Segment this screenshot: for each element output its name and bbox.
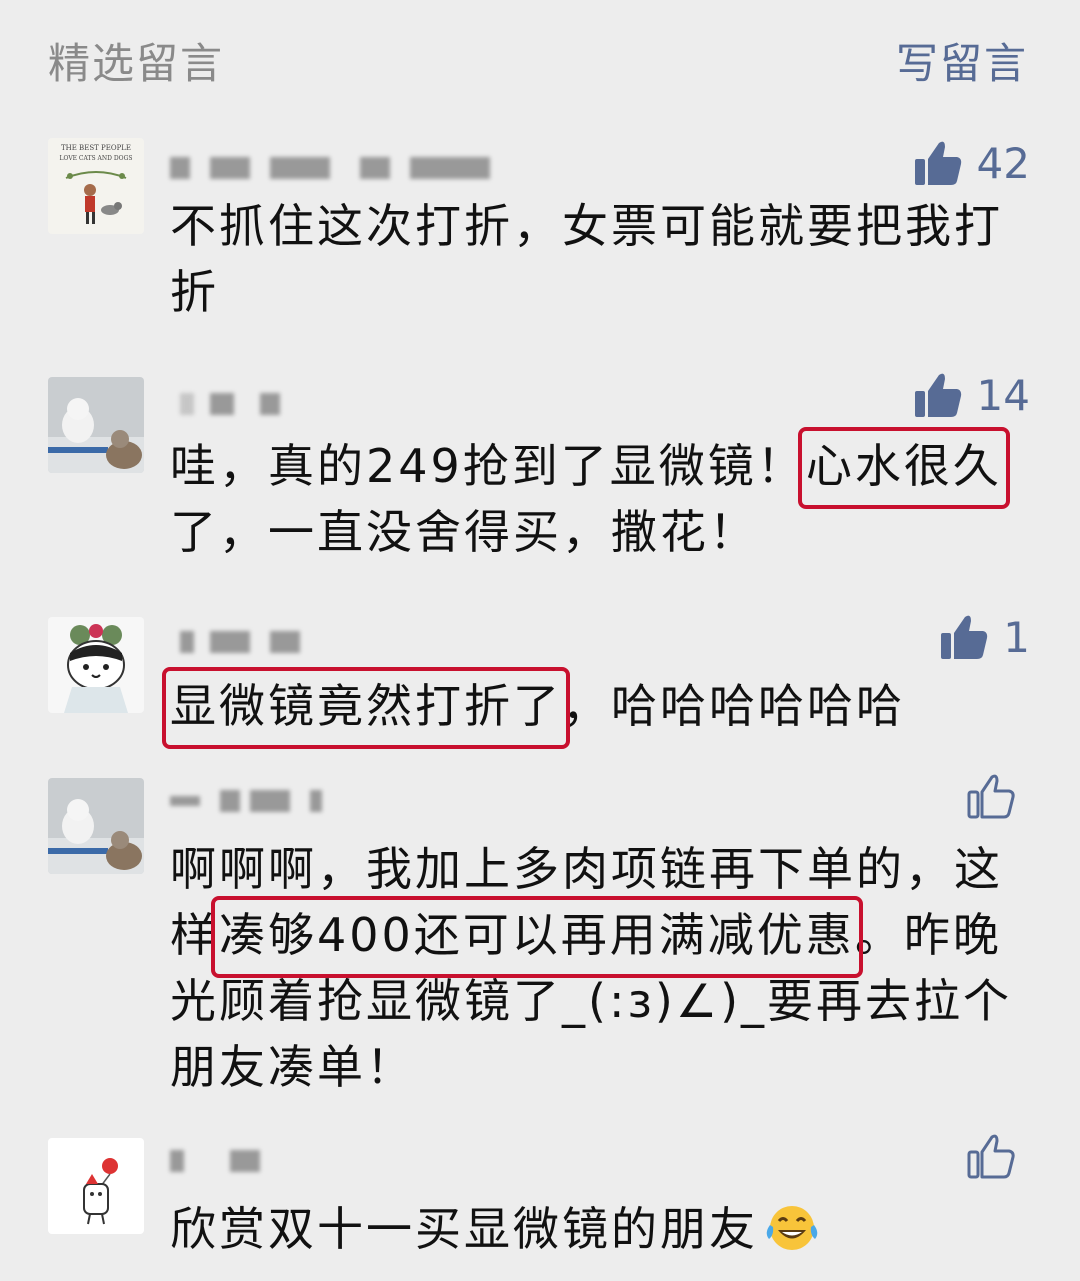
highlighted-text: 心水很久 bbox=[805, 439, 1002, 493]
highlighted-text: 显微镜竟然打折了 bbox=[170, 679, 562, 733]
like-button[interactable]: 42 bbox=[913, 135, 1030, 191]
nickname-blurred[interactable] bbox=[170, 147, 530, 191]
avatar[interactable] bbox=[48, 617, 144, 713]
section-title: 精选留言 bbox=[48, 39, 225, 88]
highlighted-text: 凑够400还可以再用满减优惠 bbox=[219, 908, 855, 962]
nickname-blurred[interactable] bbox=[170, 780, 530, 824]
comment-text: 显微镜竟然打折了，哈哈哈哈哈哈 bbox=[170, 673, 1030, 739]
like-button[interactable] bbox=[966, 768, 1030, 824]
nickname-blurred[interactable] bbox=[170, 1140, 530, 1184]
thumbs-up-icon bbox=[914, 141, 961, 185]
thumbs-up-outline-icon bbox=[967, 774, 1015, 819]
comment-text-after: 了，一直没舍得买，撒花！ bbox=[170, 505, 758, 559]
comment-text: 不抓住这次打折，女票可能就要把我打折 bbox=[170, 193, 1030, 325]
comments-header: 精选留言 写留言 bbox=[0, 0, 1080, 110]
avatar[interactable] bbox=[48, 778, 144, 874]
nickname-blurred[interactable] bbox=[170, 383, 530, 427]
comment-text: 啊啊啊，我加上多肉项链再下单的，这样凑够400还可以再用满减优惠。昨晚光顾着抢显… bbox=[170, 836, 1030, 1100]
like-button[interactable]: 14 bbox=[913, 367, 1030, 423]
comment-text-content: 欣赏双十一买显微镜的朋友 bbox=[170, 1202, 758, 1256]
avatar-caption-1: THE BEST PEOPLE bbox=[61, 144, 131, 152]
like-button[interactable] bbox=[966, 1128, 1030, 1184]
comment-text-after: ，哈哈哈哈哈哈 bbox=[562, 679, 905, 733]
thumbs-up-icon bbox=[941, 615, 988, 659]
nickname-blurred[interactable] bbox=[170, 621, 530, 665]
comment-text: 哇，真的249抢到了显微镜！心水很久了，一直没舍得买，撒花！ bbox=[170, 433, 1030, 565]
thumbs-up-icon bbox=[914, 373, 961, 417]
comment-text-content: 不抓住这次打折，女票可能就要把我打折 bbox=[170, 199, 1003, 319]
avatar[interactable]: THE BEST PEOPLE LOVE CATS AND DOGS bbox=[48, 138, 144, 234]
avatar[interactable] bbox=[48, 1138, 144, 1234]
comment-text-before: 哇，真的249抢到了显微镜！ bbox=[170, 439, 806, 493]
thumbs-up-outline-icon bbox=[967, 1134, 1015, 1179]
like-count: 14 bbox=[976, 370, 1030, 420]
write-comment-button[interactable]: 写留言 bbox=[896, 30, 1028, 91]
laughing-tears-emoji-icon bbox=[764, 1203, 820, 1253]
like-button[interactable]: 1 bbox=[939, 609, 1030, 665]
comment-text: 欣赏双十一买显微镜的朋友 bbox=[170, 1196, 1030, 1262]
avatar[interactable] bbox=[48, 377, 144, 473]
like-count: 42 bbox=[976, 138, 1030, 188]
like-count: 1 bbox=[1003, 612, 1030, 662]
avatar-caption-2: LOVE CATS AND DOGS bbox=[60, 155, 133, 162]
